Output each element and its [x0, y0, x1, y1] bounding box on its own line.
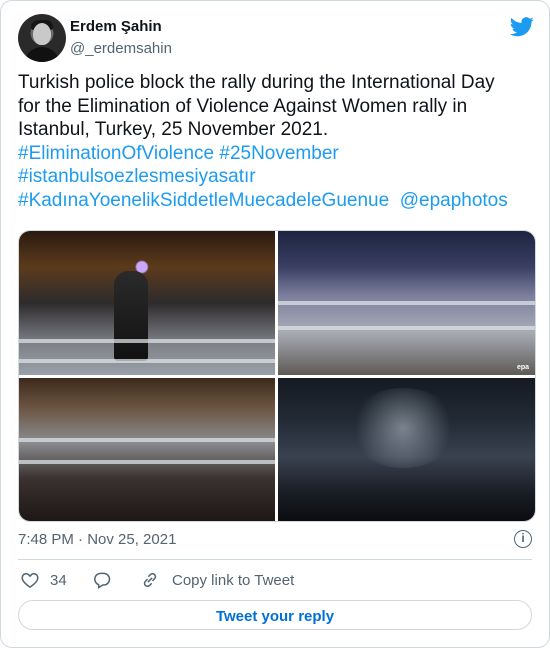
photo-rally-barricade[interactable] [19, 231, 275, 375]
tweet-text: Turkish police block the rally during th… [18, 71, 534, 212]
author-handle[interactable]: @_erdemsahin [70, 40, 172, 57]
tweet-text-line: Istanbul, Turkey, 25 November 2021. [18, 119, 329, 140]
action-bar: 34 Copy link to Tweet [18, 569, 534, 593]
tweet-text-line: #KadınaYoenelikSiddetleMuecadeleGuenue @… [18, 189, 534, 213]
reply-icon [94, 572, 111, 589]
tweet-timestamp[interactable]: 7:48 PM · Nov 25, 2021 [18, 531, 176, 548]
reply-action[interactable] [92, 569, 112, 591]
heart-icon [21, 572, 39, 588]
divider [18, 559, 532, 560]
watermark: epa [516, 364, 529, 371]
barrier-rail [19, 460, 275, 464]
avatar-head [33, 23, 51, 45]
photo-crowd-barriers[interactable] [19, 378, 275, 521]
media-grid: epa [18, 230, 536, 522]
info-icon[interactable]: i [514, 530, 532, 548]
mention-link[interactable]: @epaphotos [400, 190, 508, 211]
protester-figure [114, 271, 148, 361]
tweet-your-reply-button[interactable]: Tweet your reply [18, 600, 532, 630]
copy-link-label: Copy link to Tweet [172, 571, 295, 589]
barrier-rail [19, 339, 275, 343]
barrier-rail [19, 359, 275, 363]
avatar-body [24, 47, 60, 62]
photo-police-barricade[interactable]: epa [278, 231, 535, 375]
tweet-card: Erdem Şahin @_erdemsahin Turkish police … [0, 0, 550, 648]
hashtag-link[interactable]: #EliminationOfViolence #25November [18, 142, 534, 166]
author-name[interactable]: Erdem Şahin [70, 18, 162, 35]
tear-gas-smoke [348, 388, 458, 468]
barrier-rail [19, 438, 275, 442]
photo-police-clash[interactable] [278, 378, 535, 521]
like-button[interactable]: 34 [20, 569, 67, 591]
like-count: 34 [50, 571, 67, 589]
hashtag-link[interactable]: #KadınaYoenelikSiddetleMuecadeleGuenue [18, 190, 389, 211]
hashtag-link[interactable]: #istanbulsoezlesmesiyasatır [18, 165, 534, 189]
copy-link-button[interactable]: Copy link to Tweet [140, 569, 294, 591]
tweet-text-line: for the Elimination of Violence Against … [18, 95, 468, 117]
link-icon [143, 572, 157, 588]
tweet-text-line: Turkish police block the rally during th… [18, 72, 495, 93]
barrier-rail [278, 301, 535, 305]
barrier-rail [278, 326, 535, 330]
avatar[interactable] [18, 14, 66, 62]
tweet-header: Erdem Şahin @_erdemsahin [18, 14, 534, 62]
twitter-bird-icon[interactable] [510, 17, 534, 37]
